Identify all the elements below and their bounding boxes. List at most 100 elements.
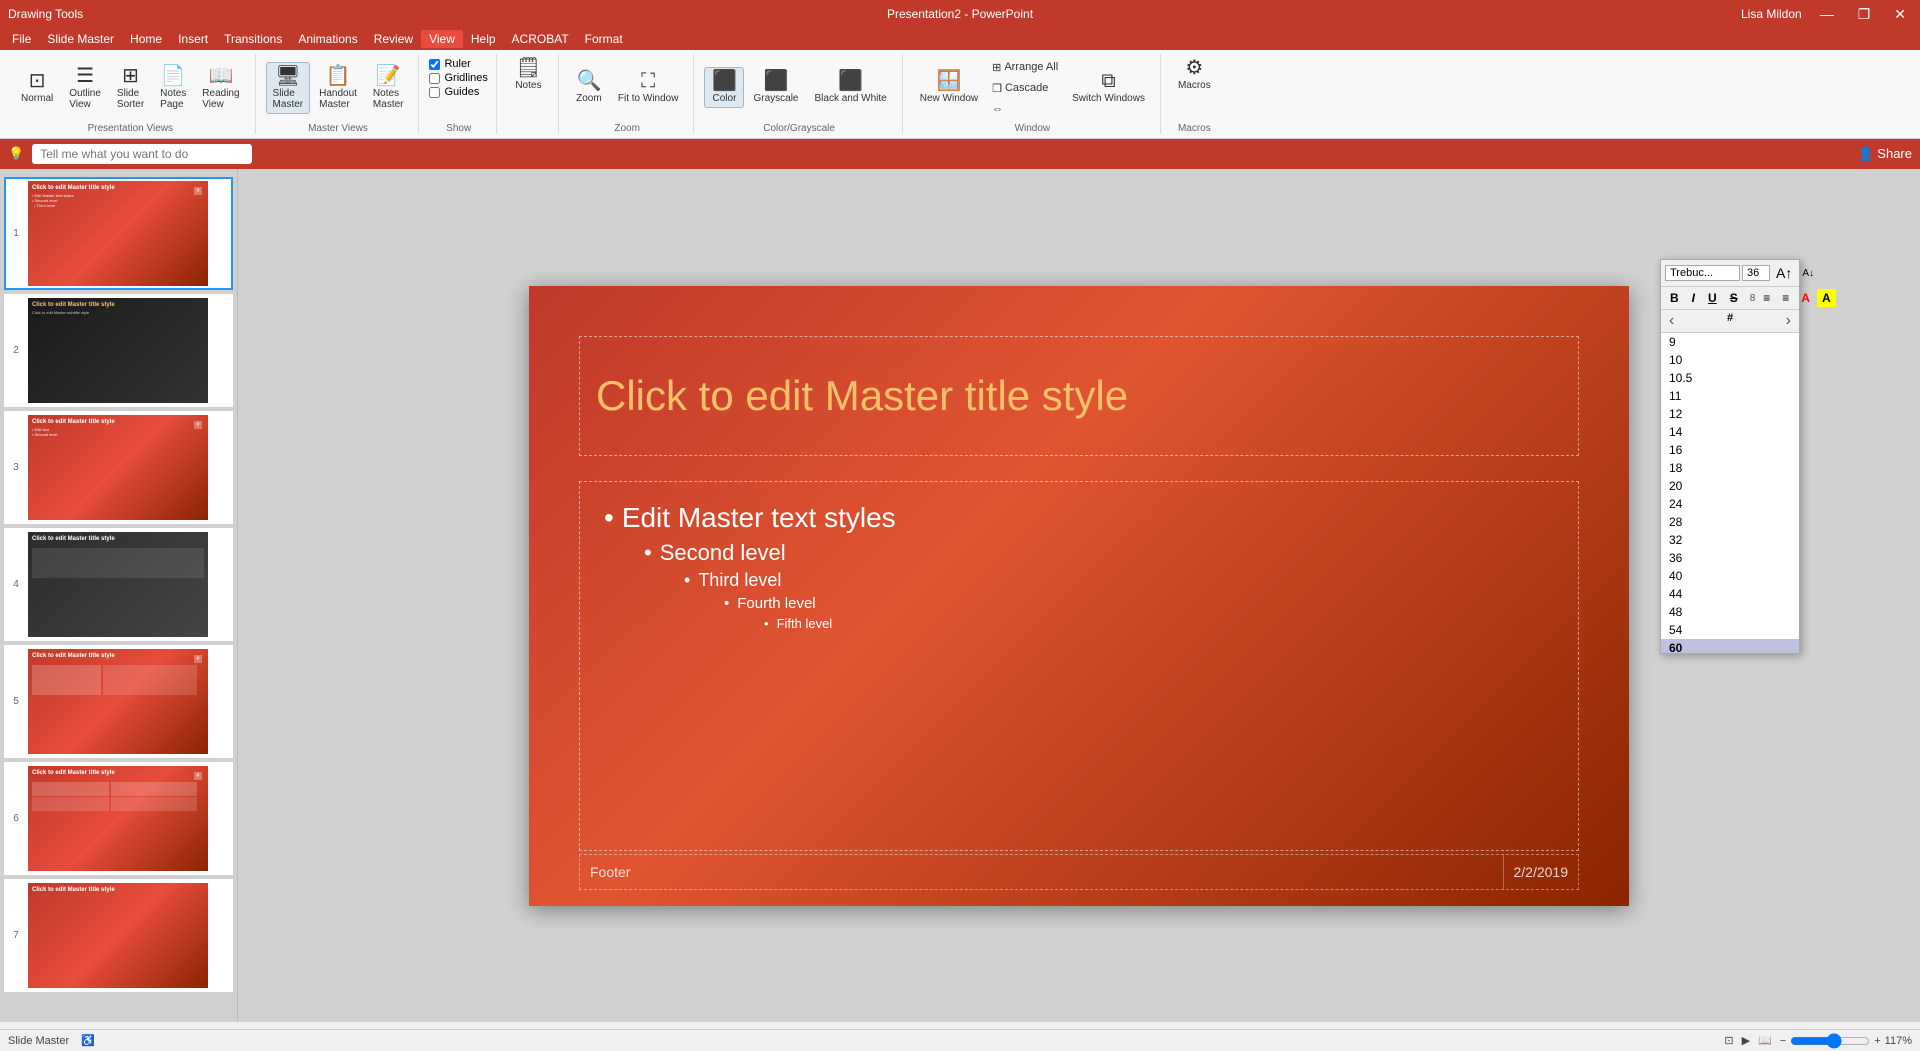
menu-acrobat[interactable]: ACROBAT xyxy=(504,30,577,48)
italic-button[interactable]: I xyxy=(1687,289,1700,307)
size-48[interactable]: 48 xyxy=(1661,603,1799,621)
gridlines-checkbox[interactable]: Gridlines xyxy=(429,72,487,84)
menu-insert[interactable]: Insert xyxy=(170,30,216,48)
share-button[interactable]: 👤 Share xyxy=(1857,146,1912,162)
gridlines-check[interactable] xyxy=(429,73,440,84)
font-size-increase[interactable]: A↑ xyxy=(1772,263,1796,283)
slide-thumb-img-4: Click to edit Master title style xyxy=(28,532,208,637)
search-input[interactable] xyxy=(32,144,252,164)
size-11[interactable]: 11 xyxy=(1661,387,1799,405)
size-28[interactable]: 28 xyxy=(1661,513,1799,531)
font-color-button[interactable]: A xyxy=(1796,289,1815,307)
slide-thumbnail-3[interactable]: 3 Click to edit Master title style • Edi… xyxy=(4,411,233,524)
size-24[interactable]: 24 xyxy=(1661,495,1799,513)
size-36[interactable]: 36 xyxy=(1661,549,1799,567)
reading-view-button[interactable]: 📖 ReadingView xyxy=(195,62,246,114)
zoom-level[interactable]: 117% xyxy=(1885,1035,1912,1047)
highlight-button[interactable]: A xyxy=(1817,289,1836,307)
guides-checkbox[interactable]: Guides xyxy=(429,86,487,98)
prev-size-button[interactable]: ‹ xyxy=(1665,312,1678,330)
view-slideshow-icon[interactable]: ▶ xyxy=(1742,1034,1750,1047)
cascade-button[interactable]: ❒ Cascade xyxy=(987,79,1063,98)
thumb-badge-3: # xyxy=(194,421,202,429)
color-button[interactable]: ⬛ Color xyxy=(704,67,744,108)
menu-file[interactable]: File xyxy=(4,30,39,48)
size-14[interactable]: 14 xyxy=(1661,423,1799,441)
size-40[interactable]: 40 xyxy=(1661,567,1799,585)
close-button[interactable]: ✕ xyxy=(1888,6,1912,23)
outline-view-button[interactable]: ☰ OutlineView xyxy=(62,62,108,114)
move-split-button[interactable]: ⇔ xyxy=(987,100,1063,118)
strikethrough-button[interactable]: S xyxy=(1725,289,1743,307)
new-window-button[interactable]: 🪟 New Window xyxy=(913,67,985,108)
size-18[interactable]: 18 xyxy=(1661,459,1799,477)
menu-view[interactable]: View xyxy=(421,30,463,48)
grayscale-button[interactable]: ⬛ Grayscale xyxy=(746,67,805,108)
size-12[interactable]: 12 xyxy=(1661,405,1799,423)
menu-format[interactable]: Format xyxy=(577,30,631,48)
switch-windows-button[interactable]: ⧉ Switch Windows xyxy=(1065,67,1152,108)
slide-thumbnail-7[interactable]: 7 Click to edit Master title style xyxy=(4,879,233,992)
font-size-decrease[interactable]: A↓ xyxy=(1798,266,1818,281)
maximize-button[interactable]: ❐ xyxy=(1852,6,1877,23)
font-name-input[interactable] xyxy=(1665,265,1740,281)
notes-button[interactable]: 🗒 Notes xyxy=(508,54,548,95)
slide-sorter-button[interactable]: ⊞ SlideSorter xyxy=(110,62,151,114)
menu-home[interactable]: Home xyxy=(122,30,170,48)
black-white-button[interactable]: ⬛ Black and White xyxy=(807,67,893,108)
minimize-button[interactable]: — xyxy=(1814,6,1840,22)
cascade-label: Cascade xyxy=(1005,82,1048,94)
zoom-in-icon[interactable]: + xyxy=(1874,1035,1880,1047)
normal-view-button[interactable]: ⊡ Normal xyxy=(14,67,60,108)
zoom-button[interactable]: 🔍 Zoom xyxy=(569,67,609,108)
size-44[interactable]: 44 xyxy=(1661,585,1799,603)
font-size-input[interactable] xyxy=(1742,265,1770,281)
ruler-check[interactable] xyxy=(429,59,440,70)
align-left-button[interactable]: ≡ xyxy=(1758,289,1775,307)
slide-thumbnail-2[interactable]: 2 Click to edit Master title style Click… xyxy=(4,294,233,407)
size-9[interactable]: 9 xyxy=(1661,333,1799,351)
zoom-out-icon[interactable]: − xyxy=(1780,1035,1786,1047)
group-master-views: 🖥 SlideMaster 📋 HandoutMaster 📝 NotesMas… xyxy=(258,54,420,134)
view-normal-icon[interactable]: ⊡ xyxy=(1724,1034,1733,1047)
size-10[interactable]: 10 xyxy=(1661,351,1799,369)
notes-master-button[interactable]: 📝 NotesMaster xyxy=(366,62,411,114)
underline-button[interactable]: U xyxy=(1703,289,1722,307)
slide-thumbnail-1[interactable]: 1 Click to edit Master title style • Edi… xyxy=(4,177,233,290)
size-10-5[interactable]: 10.5 xyxy=(1661,369,1799,387)
size-16[interactable]: 16 xyxy=(1661,441,1799,459)
slide-master-label: Slide Master xyxy=(8,1035,69,1047)
bold-button[interactable]: B xyxy=(1665,289,1684,307)
slide-thumbnail-6[interactable]: 6 Click to edit Master title style xyxy=(4,762,233,875)
menu-slide-master[interactable]: Slide Master xyxy=(39,30,122,48)
zoom-slider[interactable] xyxy=(1790,1033,1870,1049)
menu-review[interactable]: Review xyxy=(366,30,421,48)
slide-title-box[interactable]: Click to edit Master title style xyxy=(579,336,1579,456)
slide-master-button[interactable]: 🖥 SlideMaster xyxy=(266,62,311,114)
size-54[interactable]: 54 xyxy=(1661,621,1799,639)
guides-check[interactable] xyxy=(429,87,440,98)
menu-animations[interactable]: Animations xyxy=(290,30,365,48)
macros-button[interactable]: ⚙ Macros xyxy=(1171,54,1218,95)
size-60[interactable]: 60 xyxy=(1661,639,1799,653)
bullet-l3: • xyxy=(684,570,690,591)
ruler-checkbox[interactable]: Ruler xyxy=(429,58,487,70)
handout-master-button[interactable]: 📋 HandoutMaster xyxy=(312,62,364,114)
current-size-display: # xyxy=(1727,312,1733,330)
next-size-button[interactable]: › xyxy=(1782,312,1795,330)
thumb-title-7: Click to edit Master title style xyxy=(32,887,204,893)
slide-content-box[interactable]: • Edit Master text styles • Second level… xyxy=(579,481,1579,851)
group-label-presentation-views: Presentation Views xyxy=(88,121,173,134)
align-center-button[interactable]: ≡ xyxy=(1777,289,1794,307)
slide-thumbnail-5[interactable]: 5 Click to edit Master title style # xyxy=(4,645,233,758)
notes-page-button[interactable]: 📄 NotesPage xyxy=(153,62,193,114)
menu-help[interactable]: Help xyxy=(463,30,504,48)
size-32[interactable]: 32 xyxy=(1661,531,1799,549)
fit-to-window-button[interactable]: ⛶ Fit to Window xyxy=(611,67,686,108)
menu-transitions[interactable]: Transitions xyxy=(216,30,290,48)
slide-thumbnail-4[interactable]: 4 Click to edit Master title style xyxy=(4,528,233,641)
font-size-list[interactable]: 9 10 10.5 11 12 14 16 18 20 24 28 32 36 … xyxy=(1661,333,1799,653)
view-reading-icon[interactable]: 📖 xyxy=(1758,1034,1772,1047)
arrange-all-button[interactable]: ⊞ Arrange All xyxy=(987,58,1063,77)
size-20[interactable]: 20 xyxy=(1661,477,1799,495)
